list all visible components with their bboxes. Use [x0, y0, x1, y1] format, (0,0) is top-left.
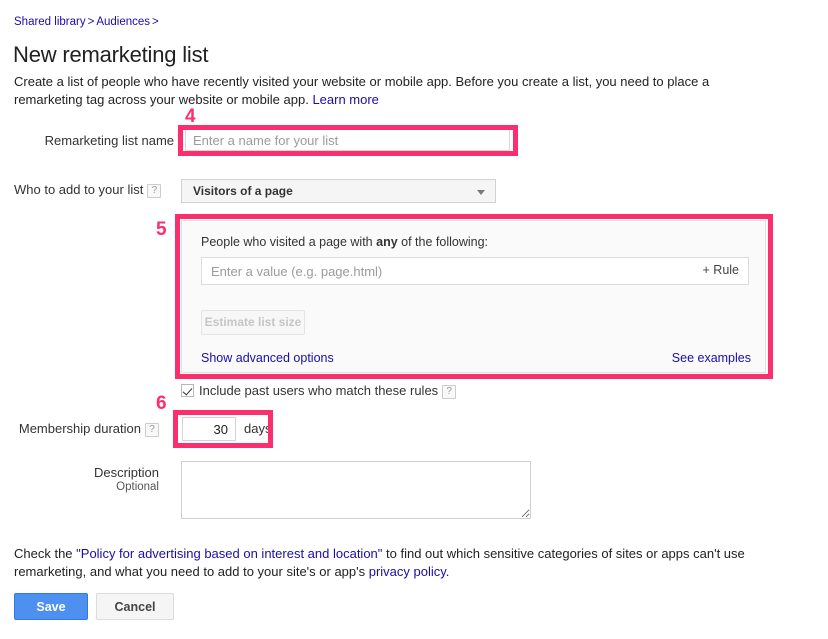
membership-duration-unit: days	[244, 421, 272, 436]
rule-value-row: + Rule	[201, 257, 749, 285]
who-to-add-selected-value: Visitors of a page	[193, 184, 293, 198]
help-icon-membership-duration[interactable]: ?	[145, 423, 159, 437]
page-title: New remarketing list	[13, 41, 209, 67]
membership-duration-label: Membership duration?	[14, 421, 159, 437]
description-label: Description	[93, 465, 159, 480]
policy-suffix: .	[445, 564, 450, 579]
description-textarea[interactable]	[181, 461, 531, 519]
breadcrumb-item-audiences[interactable]: Audiences	[96, 16, 150, 28]
annotation-number-4: 4	[185, 106, 196, 127]
description-sublabel: Optional	[116, 481, 159, 493]
membership-duration-label-text: Membership duration	[18, 421, 141, 436]
policy-link[interactable]: "Policy for advertising based on interes…	[76, 546, 382, 561]
who-to-add-label: Who to add to your list?	[14, 182, 162, 198]
rules-title-prefix: People who visited a page with	[201, 235, 377, 249]
include-past-users-row[interactable]: Include past users who match these rules…	[181, 383, 457, 399]
learn-more-link[interactable]: Learn more	[312, 92, 378, 107]
show-advanced-options-link[interactable]: Show advanced options	[201, 351, 334, 365]
who-to-add-label-text: Who to add to your list	[14, 182, 144, 197]
breadcrumb-item-shared-library[interactable]: Shared library	[14, 16, 86, 28]
remarketing-list-name-field[interactable]	[185, 129, 510, 151]
rule-value-input[interactable]	[202, 258, 632, 284]
breadcrumb-separator-2: >	[152, 16, 159, 28]
policy-note: Check the "Policy for advertising based …	[14, 545, 774, 581]
rules-panel: People who visited a page with any of th…	[181, 220, 766, 373]
help-icon-who-to-add[interactable]: ?	[147, 184, 162, 198]
rules-panel-title: People who visited a page with any of th…	[201, 235, 488, 249]
annotation-number-6: 6	[156, 393, 167, 414]
estimate-list-size-button[interactable]: Estimate list size	[201, 310, 305, 335]
include-past-users-checkbox[interactable]	[181, 384, 194, 397]
save-button[interactable]: Save	[14, 593, 88, 620]
remarketing-list-name-label: Remarketing list name	[44, 133, 174, 148]
page-intro-text: Create a list of people who have recentl…	[14, 73, 754, 109]
membership-duration-field[interactable]	[182, 417, 236, 441]
rules-title-operator: any	[376, 235, 398, 249]
breadcrumb-separator-1: >	[87, 16, 95, 28]
policy-prefix: Check the	[14, 546, 77, 561]
who-to-add-select[interactable]: Visitors of a page	[181, 179, 496, 203]
rules-title-suffix: of the following:	[397, 235, 489, 249]
include-past-users-label: Include past users who match these rules	[199, 383, 439, 398]
privacy-policy-link[interactable]: privacy policy	[369, 564, 446, 579]
add-rule-button[interactable]: + Rule	[703, 263, 739, 277]
breadcrumb: Shared library > Audiences >	[14, 16, 161, 28]
help-icon-include-past-users[interactable]: ?	[442, 385, 457, 399]
annotation-number-5: 5	[156, 219, 167, 240]
cancel-button[interactable]: Cancel	[96, 593, 174, 620]
see-examples-link[interactable]: See examples	[672, 351, 751, 365]
chevron-down-icon	[477, 190, 485, 195]
